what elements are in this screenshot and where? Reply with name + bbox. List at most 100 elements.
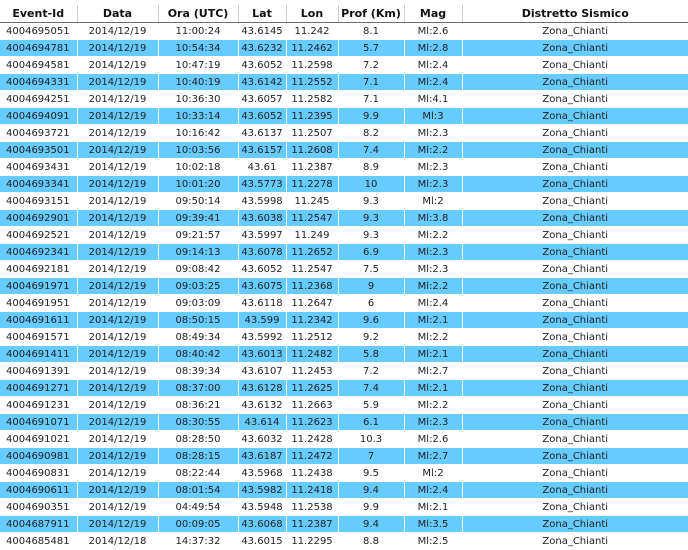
header-ora-utc[interactable]: Ora (UTC)	[157, 5, 238, 23]
cell-lon: 11.2428	[285, 430, 338, 448]
cell-lon: 11.2547	[285, 260, 338, 278]
cell-mag: Ml:2.5	[403, 532, 462, 550]
cell-event-id: 4004691611	[0, 311, 77, 329]
cell-distretto: Zona_Chianti	[461, 345, 688, 363]
cell-data: 2014/12/19	[76, 311, 158, 329]
cell-data: 2014/12/19	[76, 430, 158, 448]
cell-data: 2014/12/19	[76, 481, 158, 499]
cell-mag: Ml:2.2	[403, 396, 462, 414]
header-prof-km[interactable]: Prof (Km)	[337, 5, 404, 23]
cell-ora: 09:08:42	[157, 260, 238, 278]
cell-mag: Ml:2	[403, 192, 462, 210]
table-row: 4004690611 2014/12/19 08:01:54 43.5982 11.24…	[0, 481, 688, 499]
cell-event-id: 4004692901	[0, 209, 77, 227]
header-distretto-sismico[interactable]: Distretto Sismico	[461, 5, 688, 23]
cell-mag: Ml:2.1	[403, 379, 462, 397]
table-row: 4004694251 2014/12/19 10:36:30 43.6057 11.25…	[0, 90, 688, 108]
table-row: 4004692341 2014/12/19 09:14:13 43.6078 11.26…	[0, 243, 688, 261]
cell-lon: 11.242	[285, 22, 338, 40]
cell-prof: 7.5	[337, 260, 404, 278]
cell-ora: 09:14:13	[157, 243, 238, 261]
cell-lat: 43.6157	[237, 141, 286, 159]
cell-lon: 11.2538	[285, 498, 338, 516]
cell-event-id: 4004694781	[0, 39, 77, 57]
cell-distretto: Zona_Chianti	[461, 328, 688, 346]
cell-event-id: 4004693151	[0, 192, 77, 210]
cell-data: 2014/12/19	[76, 73, 158, 91]
cell-ora: 10:16:42	[157, 124, 238, 142]
cell-mag: Ml:2.6	[403, 430, 462, 448]
cell-prof: 6.1	[337, 413, 404, 431]
cell-lon: 11.2453	[285, 362, 338, 380]
cell-lat: 43.6032	[237, 430, 286, 448]
cell-event-id: 4004692521	[0, 226, 77, 244]
cell-lat: 43.599	[237, 311, 286, 329]
cell-lon: 11.2647	[285, 294, 338, 312]
table-row: 4004693431 2014/12/19 10:02:18 43.61 11.2387…	[0, 158, 688, 176]
cell-event-id: 4004694251	[0, 90, 77, 108]
cell-data: 2014/12/19	[76, 379, 158, 397]
cell-ora: 09:21:57	[157, 226, 238, 244]
cell-prof: 9.9	[337, 107, 404, 125]
cell-distretto: Zona_Chianti	[461, 22, 688, 40]
cell-event-id: 4004691571	[0, 328, 77, 346]
cell-data: 2014/12/19	[76, 328, 158, 346]
table-row: 4004691071 2014/12/19 08:30:55 43.614 11.262…	[0, 413, 688, 431]
cell-event-id: 4004694331	[0, 73, 77, 91]
cell-mag: Ml:4.1	[403, 90, 462, 108]
cell-prof: 5.8	[337, 345, 404, 363]
cell-data: 2014/12/19	[76, 56, 158, 74]
cell-event-id: 4004690351	[0, 498, 77, 516]
header-mag[interactable]: Mag	[403, 5, 462, 23]
cell-lat: 43.5998	[237, 192, 286, 210]
header-event-id[interactable]: Event-Id	[0, 5, 77, 23]
cell-mag: Ml:2.4	[403, 294, 462, 312]
cell-distretto: Zona_Chianti	[461, 175, 688, 193]
header-data[interactable]: Data	[76, 5, 158, 23]
cell-mag: Ml:2.7	[403, 447, 462, 465]
cell-lon: 11.245	[285, 192, 338, 210]
table-row: 4004690981 2014/12/19 08:28:15 43.6187 11.24…	[0, 447, 688, 465]
cell-lat: 43.6142	[237, 73, 286, 91]
cell-lat: 43.6187	[237, 447, 286, 465]
cell-ora: 08:39:34	[157, 362, 238, 380]
cell-prof: 9.3	[337, 192, 404, 210]
cell-lon: 11.2418	[285, 481, 338, 499]
cell-distretto: Zona_Chianti	[461, 481, 688, 499]
header-lon[interactable]: Lon	[285, 5, 338, 23]
cell-event-id: 4004694581	[0, 56, 77, 74]
cell-event-id: 4004693501	[0, 141, 77, 159]
cell-prof: 10	[337, 175, 404, 193]
cell-data: 2014/12/19	[76, 294, 158, 312]
cell-mag: Ml:2.2	[403, 277, 462, 295]
cell-ora: 10:36:30	[157, 90, 238, 108]
cell-event-id: 4004690981	[0, 447, 77, 465]
cell-ora: 08:40:42	[157, 345, 238, 363]
cell-data: 2014/12/19	[76, 447, 158, 465]
cell-mag: Ml:2.3	[403, 175, 462, 193]
cell-data: 2014/12/19	[76, 396, 158, 414]
cell-ora: 09:03:09	[157, 294, 238, 312]
cell-event-id: 4004687911	[0, 515, 77, 533]
cell-prof: 9.3	[337, 209, 404, 227]
cell-event-id: 4004693721	[0, 124, 77, 142]
cell-data: 2014/12/19	[76, 158, 158, 176]
header-lat[interactable]: Lat	[237, 5, 286, 23]
cell-event-id: 4004691951	[0, 294, 77, 312]
cell-data: 2014/12/19	[76, 209, 158, 227]
cell-lat: 43.5773	[237, 175, 286, 193]
cell-mag: Ml:3	[403, 107, 462, 125]
cell-data: 2014/12/19	[76, 22, 158, 40]
cell-lon: 11.2395	[285, 107, 338, 125]
cell-mag: Ml:2.1	[403, 498, 462, 516]
cell-prof: 9	[337, 277, 404, 295]
cell-lat: 43.6118	[237, 294, 286, 312]
cell-prof: 10.3	[337, 430, 404, 448]
cell-distretto: Zona_Chianti	[461, 260, 688, 278]
cell-prof: 9.3	[337, 226, 404, 244]
cell-distretto: Zona_Chianti	[461, 73, 688, 91]
cell-prof: 7.2	[337, 56, 404, 74]
cell-distretto: Zona_Chianti	[461, 294, 688, 312]
cell-mag: Ml:2.8	[403, 39, 462, 57]
table-row: 4004691021 2014/12/19 08:28:50 43.6032 11.24…	[0, 430, 688, 448]
